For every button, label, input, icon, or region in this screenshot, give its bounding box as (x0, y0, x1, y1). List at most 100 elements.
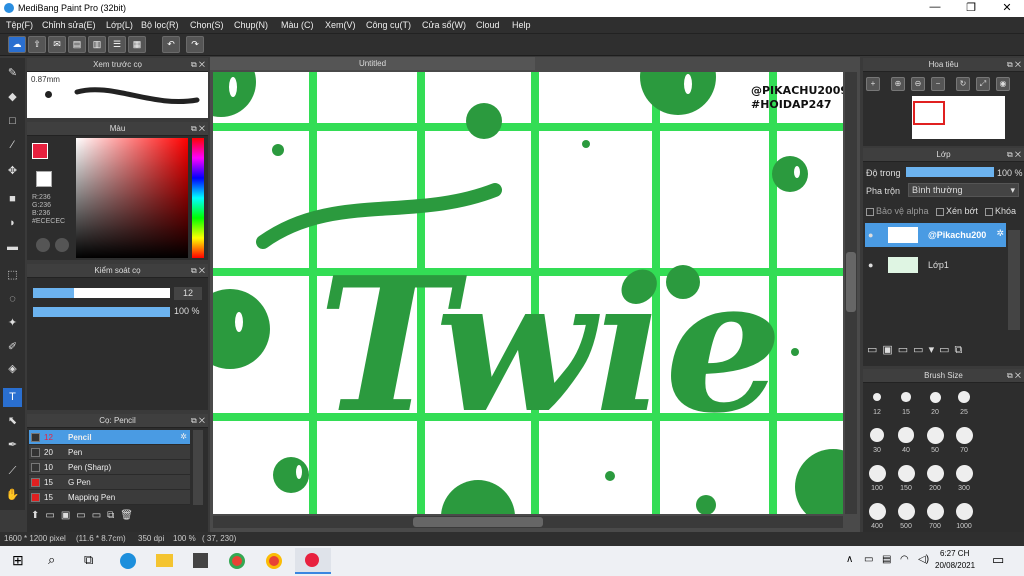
brush-size-swatch[interactable] (868, 502, 886, 520)
minimize-icon[interactable]: — (920, 1, 950, 13)
protect-alpha-checkbox[interactable]: Bảo vệ alpha (866, 206, 929, 216)
clock-date[interactable]: 20/08/2021 (935, 561, 975, 570)
brush-size-swatch[interactable] (926, 464, 944, 482)
brush-item-pen-sharp[interactable]: 10 Pen (Sharp) (29, 460, 190, 475)
eye-icon[interactable]: ● (868, 260, 873, 270)
brush-size-slider[interactable] (33, 288, 170, 298)
select-tool-icon[interactable]: ⬚ (3, 266, 22, 285)
eye-icon[interactable]: ● (868, 230, 873, 240)
comment-icon[interactable]: ✉ (48, 36, 66, 53)
file-explorer-icon[interactable] (156, 554, 173, 567)
brush-item-pen[interactable]: 20 Pen (29, 445, 190, 460)
move-tool-icon[interactable]: ✥ (3, 162, 22, 181)
gear-icon[interactable]: ✲ (180, 432, 187, 441)
magic-wand-icon[interactable]: ✦ (3, 314, 22, 333)
document-tab[interactable]: Untitled (210, 57, 535, 70)
document-icon[interactable]: ▥ (88, 36, 106, 53)
operation-tool-icon[interactable]: ⬉ (3, 412, 22, 431)
panel-close-icon[interactable]: ⧉ ✕ (1007, 148, 1021, 162)
transparent-swatch[interactable] (36, 171, 52, 187)
menu-tools[interactable]: Công cụ(T) (366, 20, 411, 30)
color-wheel-icon[interactable] (36, 238, 50, 252)
zoom-in-icon[interactable]: ⊕ (891, 77, 905, 91)
brush-size-swatch[interactable] (926, 502, 944, 520)
panel-close-icon[interactable]: ⧉ ✕ (191, 264, 205, 278)
brush-size-swatch[interactable] (898, 427, 914, 443)
undo-icon[interactable]: ↶ (162, 36, 180, 53)
brush-size-swatch[interactable] (873, 393, 881, 401)
menu-view[interactable]: Xem(V) (325, 20, 356, 30)
brush-item-g-pen[interactable]: 15 G Pen (29, 475, 190, 490)
brush-size-swatch[interactable] (926, 426, 944, 444)
clipping-checkbox[interactable]: Xén bớt (936, 206, 978, 216)
chrome-profile-icon[interactable] (266, 553, 282, 569)
wifi-icon[interactable]: ◠ (900, 554, 909, 565)
brush-size-swatch[interactable] (897, 502, 915, 520)
divide-tool-icon[interactable]: ✒ (3, 436, 22, 455)
redo-icon[interactable]: ↷ (186, 36, 204, 53)
medibang-taskbar-button[interactable] (295, 548, 331, 574)
rectangle-tool-icon[interactable]: □ (3, 112, 22, 131)
network-icon[interactable]: ▤ (882, 554, 891, 565)
grid-icon[interactable]: ▦ (128, 36, 146, 53)
scroll-thumb[interactable] (413, 517, 543, 527)
chevron-up-icon[interactable]: ∧ (846, 554, 853, 565)
brush-size-value[interactable]: 12 (174, 287, 202, 300)
vertical-scrollbar[interactable] (845, 72, 857, 514)
hand-tool-icon[interactable]: ✋ (3, 486, 22, 505)
menu-color[interactable]: Màu (C) (281, 20, 314, 30)
brush-size-swatch[interactable] (957, 390, 971, 404)
rotate-icon[interactable]: ↻ (956, 77, 970, 91)
panel-close-icon[interactable]: ⧉ ✕ (191, 414, 205, 428)
menu-layer[interactable]: Lớp(L) (106, 20, 133, 30)
brush-size-swatch[interactable] (868, 464, 886, 482)
menu-help[interactable]: Help (512, 20, 531, 30)
fit-icon[interactable]: ⤢ (976, 77, 990, 91)
task-view-icon[interactable]: ⧉ (84, 552, 93, 568)
brush-tool-icon[interactable]: ✎ (3, 64, 22, 83)
cloud-icon[interactable]: ☁ (8, 36, 26, 53)
panel-close-icon[interactable]: ⧉ ✕ (1007, 369, 1021, 383)
windows-start-icon[interactable]: ⊞ (12, 552, 24, 569)
brush-size-swatch[interactable] (955, 426, 973, 444)
dot-tool-icon[interactable]: ⁄ (3, 136, 22, 155)
select-pen-icon[interactable]: ✐ (3, 338, 22, 357)
panel-close-icon[interactable]: ⧉ ✕ (191, 58, 205, 72)
menu-capture[interactable]: Chụp(N) (234, 20, 268, 30)
notification-icon[interactable]: ▭ (992, 552, 1004, 568)
navigator-viewport[interactable] (913, 101, 945, 125)
reset-icon[interactable]: ◉ (996, 77, 1010, 91)
brush-item-pencil[interactable]: 12 Pencil ✲ (29, 430, 190, 445)
zoom-out-icon[interactable]: − (931, 77, 945, 91)
zoom-out-icon[interactable]: ⊖ (911, 77, 925, 91)
fill-shape-tool-icon[interactable]: ■ (3, 190, 22, 209)
navigator-thumbnail[interactable] (912, 96, 1005, 139)
brush-list-actions[interactable]: ⬆▭▣▭▭⧉🗑 (31, 510, 139, 521)
layer-actions[interactable]: ▭▣▭▭▾▭⧉ (867, 343, 967, 357)
menu-select[interactable]: Chọn(S) (190, 20, 224, 30)
panel-close-icon[interactable]: ⧉ ✕ (191, 122, 205, 136)
lasso-tool-icon[interactable]: ◌ (3, 290, 22, 309)
horizontal-scrollbar[interactable] (213, 516, 843, 528)
close-icon[interactable]: ✕ (992, 1, 1022, 14)
list-icon[interactable]: ☰ (108, 36, 126, 53)
battery-icon[interactable]: ▭ (864, 554, 873, 565)
hue-slider[interactable] (192, 138, 204, 258)
brush-size-swatch[interactable] (870, 428, 884, 442)
saturation-value-picker[interactable] (76, 138, 188, 258)
search-icon[interactable]: ⌕ (48, 552, 55, 568)
menu-window[interactable]: Cửa sổ(W) (422, 20, 466, 30)
brush-opacity-slider[interactable] (33, 307, 170, 317)
brush-size-swatch[interactable] (929, 391, 941, 403)
volume-icon[interactable]: ◁) (918, 554, 929, 565)
eraser-tool-icon[interactable]: ◆ (3, 88, 22, 107)
bucket-tool-icon[interactable]: ◗ (3, 214, 22, 233)
foreground-color-swatch[interactable] (32, 143, 48, 159)
gradient-tool-icon[interactable]: ▬ (3, 238, 22, 257)
menu-filter[interactable]: Bộ lọc(R) (141, 20, 179, 30)
chrome-icon[interactable] (229, 553, 245, 569)
blend-mode-select[interactable]: Bình thường ▾ (908, 183, 1019, 197)
layer-row-pikachu[interactable]: ● @Pikachu200 ✲ (865, 223, 1006, 247)
layer-row-lop1[interactable]: ● Lớp1 (865, 253, 1006, 277)
menu-cloud[interactable]: Cloud (476, 20, 500, 30)
